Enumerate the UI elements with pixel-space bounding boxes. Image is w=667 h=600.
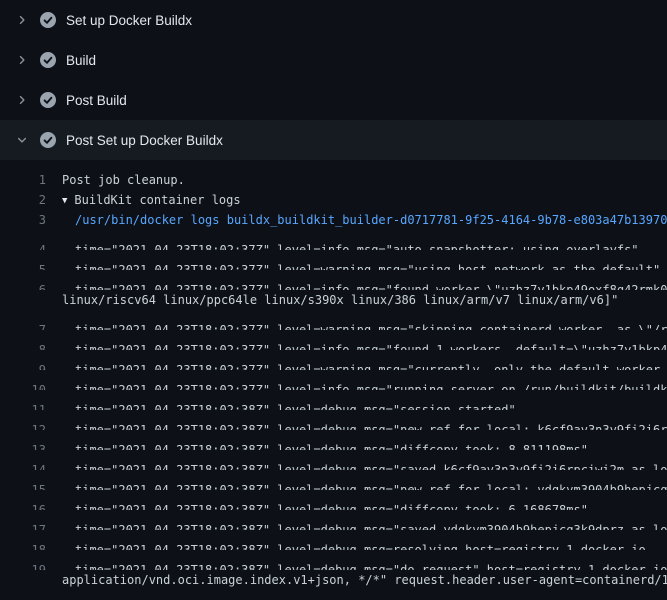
log-row: application/vnd.oci.image.index.v1+json,… [0, 570, 667, 590]
log-row: 2 ▼ BuildKit container logs [0, 190, 667, 210]
step-row-post-build[interactable]: Post Build [0, 80, 667, 120]
step-label: Build [66, 53, 96, 68]
step-row-post-set-up-docker-buildx[interactable]: Post Set up Docker Buildx [0, 120, 667, 160]
log-row: 11 time="2021-04-23T18:02:38Z" level=debu… [0, 390, 667, 410]
chevron-right-icon[interactable] [14, 92, 30, 108]
log-row: 18 time="2021-04-23T18:02:38Z" level=debu… [0, 530, 667, 550]
log-line-text: time="2021-04-23T18:02:37Z" level=warnin… [62, 260, 667, 270]
step-label: Post Build [66, 93, 127, 108]
step-label: Set up Docker Buildx [66, 13, 192, 28]
line-number[interactable]: 16 [0, 500, 46, 510]
line-number[interactable]: 14 [0, 460, 46, 470]
line-number [0, 570, 46, 590]
log-line-text: time="2021-04-23T18:02:38Z" level=debug … [62, 500, 667, 510]
log-row: linux/riscv64 linux/ppc64le linux/s390x … [0, 290, 667, 310]
log-row: 8 time="2021-04-23T18:02:37Z" level=info … [0, 330, 667, 350]
chevron-right-icon[interactable] [14, 52, 30, 68]
line-number[interactable]: 5 [0, 260, 46, 270]
line-number[interactable]: 7 [0, 320, 46, 330]
group-toggle-caret-icon[interactable]: ▼ [62, 191, 67, 210]
actions-log-viewer: Set up Docker Buildx Build Post Build Post … [0, 0, 667, 600]
line-number[interactable]: 10 [0, 380, 46, 390]
log-row: 12 time="2021-04-23T18:02:38Z" level=debu… [0, 410, 667, 430]
log-line-text: time="2021-04-23T18:02:38Z" level=debug … [62, 480, 667, 490]
log-row: 1 Post job cleanup. [0, 170, 667, 190]
log-area: 1 Post job cleanup. 2 ▼ BuildKit container l… [0, 160, 667, 600]
line-number[interactable]: 11 [0, 400, 46, 410]
log-line-text: time="2021-04-23T18:02:37Z" level=info m… [62, 380, 667, 390]
step-row-build[interactable]: Build [0, 40, 667, 80]
log-row: 9 time="2021-04-23T18:02:37Z" level=warni… [0, 350, 667, 370]
line-number [0, 290, 46, 310]
step-label: Post Set up Docker Buildx [66, 133, 223, 148]
log-row: 5 time="2021-04-23T18:02:37Z" level=warni… [0, 250, 667, 270]
log-row: 15 time="2021-04-23T18:02:38Z" level=debu… [0, 470, 667, 490]
log-line-text: time="2021-04-23T18:02:37Z" level=warnin… [62, 360, 667, 370]
log-row: 17 time="2021-04-23T18:02:38Z" level=debu… [0, 510, 667, 530]
log-group-line: ▼ BuildKit container logs [62, 190, 667, 210]
log-row: 20time="2021-04-23T18:02:38Z" level=debu… [0, 590, 667, 600]
log-row: 7 time="2021-04-23T18:02:37Z" level=warni… [0, 310, 667, 330]
log-row: 13 time="2021-04-23T18:02:38Z" level=debu… [0, 430, 667, 450]
log-line-text: time="2021-04-23T18:02:37Z" level=info m… [62, 240, 667, 250]
line-number[interactable]: 18 [0, 540, 46, 550]
step-row-set-up-docker-buildx[interactable]: Set up Docker Buildx [0, 0, 667, 40]
log-row: 6 time="2021-04-23T18:02:37Z" level=info … [0, 270, 667, 290]
chevron-down-icon[interactable] [14, 132, 30, 148]
log-row: 4 time="2021-04-23T18:02:37Z" level=info … [0, 230, 667, 250]
line-number[interactable]: 17 [0, 520, 46, 530]
log-line-text: time="2021-04-23T18:02:37Z" level=warnin… [62, 320, 667, 330]
check-circle-icon [40, 52, 56, 68]
chevron-right-icon[interactable] [14, 12, 30, 28]
log-line-text: time="2021-04-23T18:02:38Z" level=debug … [62, 520, 667, 530]
log-line-text: application/vnd.oci.image.index.v1+json,… [62, 570, 667, 590]
line-number[interactable]: 1 [0, 170, 46, 190]
line-number[interactable]: 12 [0, 420, 46, 430]
line-number[interactable]: 8 [0, 340, 46, 350]
log-line-text: Post job cleanup. [62, 170, 667, 190]
check-circle-icon [40, 92, 56, 108]
log-line-text: time="2021-04-23T18:02:38Z" level=debug … [62, 400, 667, 410]
line-number[interactable]: 3 [0, 210, 46, 230]
line-number[interactable]: 4 [0, 240, 46, 250]
log-row: 19 time="2021-04-23T18:02:38Z" level=debu… [0, 550, 667, 570]
log-line-text: linux/riscv64 linux/ppc64le linux/s390x … [62, 290, 667, 310]
log-line-text: time="2021-04-23T18:02:38Z" level=debug … [62, 440, 667, 450]
steps-list: Set up Docker Buildx Build Post Build Post … [0, 0, 667, 160]
log-line-text: time="2021-04-23T18:02:37Z" level=info m… [62, 340, 667, 350]
line-number[interactable]: 9 [0, 360, 46, 370]
log-line-text: time="2021-04-23T18:02:38Z" level=debug … [62, 420, 667, 430]
line-number[interactable]: 6 [0, 280, 46, 290]
line-number[interactable]: 19 [0, 560, 46, 570]
check-circle-icon [40, 132, 56, 148]
line-number[interactable]: 15 [0, 480, 46, 490]
log-line-text: time="2021-04-23T18:02:38Z" level=debug … [62, 540, 667, 550]
line-number[interactable]: 13 [0, 440, 46, 450]
log-row: 10 time="2021-04-23T18:02:37Z" level=info… [0, 370, 667, 390]
log-line-text: time="2021-04-23T18:02:37Z" level=info m… [62, 280, 667, 290]
log-command-text: /usr/bin/docker logs buildx_buildkit_bui… [62, 210, 667, 230]
line-number[interactable]: 2 [0, 190, 46, 210]
log-row: 16 time="2021-04-23T18:02:38Z" level=debu… [0, 490, 667, 510]
check-circle-icon [40, 12, 56, 28]
log-row: 14 time="2021-04-23T18:02:38Z" level=debu… [0, 450, 667, 470]
group-title: BuildKit container logs [74, 193, 240, 207]
log-line-text: time="2021-04-23T18:02:38Z" level=debug … [62, 560, 667, 570]
log-line-text: time="2021-04-23T18:02:38Z" level=debug … [62, 460, 667, 470]
log-row: 3/usr/bin/docker logs buildx_buildkit_bu… [0, 210, 667, 230]
